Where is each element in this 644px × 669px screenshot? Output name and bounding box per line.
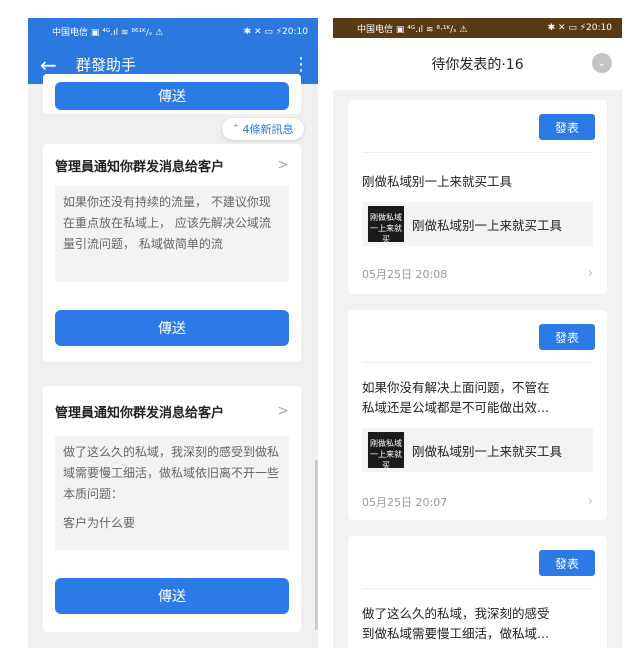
post-text-line: 到做私域需要慢工细活，做私域... [362, 626, 549, 641]
sheet-header: 待你发表的·16 ⌄ [333, 38, 622, 90]
send-button[interactable]: 傳送 [55, 578, 289, 614]
new-messages-label: 4條新訊息 [242, 123, 294, 136]
send-button[interactable]: 傳送 [55, 82, 289, 110]
right-screen: 中国电信 ▣ ⁴ᴳ.ıl ≋ ⁸⋅¹ᴷ/ₛ ⚠ ✱ ✕ ▭ ⚡20:10 待你发… [333, 18, 622, 648]
pending-posts-sheet: 待你发表的·16 ⌄ 發表 刚做私域别一上来就买工具 刚做私域 一上来就买 刚做… [333, 38, 622, 648]
new-messages-pill[interactable]: ⌃ 4條新訊息 [222, 118, 304, 140]
thumb-text: 一上来就买 [370, 224, 402, 244]
publish-button[interactable]: 發表 [539, 324, 595, 350]
status-time: ✱ ✕ ▭ ⚡20:10 [547, 23, 612, 33]
link-thumbnail: 刚做私域 一上来就买 [368, 206, 404, 244]
post-text-line: 做了这么久的私域，我深刻的感受 [362, 606, 550, 621]
chevron-right-icon: › [587, 266, 593, 281]
collapse-icon[interactable]: ⌄ [592, 53, 612, 73]
card-title: 管理員通知你群发消息给客户 [55, 405, 225, 421]
thumb-text: 刚做私域 [370, 213, 402, 222]
chevron-right-icon: › [587, 494, 593, 509]
sheet-title: 待你发表的·16 [431, 57, 524, 73]
left-screen: 中国电信 ▣ ⁴ᴳ.ıl ≋ ⁸⁶¹ᴷ/ₛ ⚠ ✱ ✕ ▭ ⚡20:10 ← 群… [28, 18, 318, 648]
message-card-partial: 傳送 [43, 74, 301, 114]
divider [362, 588, 593, 589]
thumb-text: 刚做私域 [370, 439, 402, 448]
card-body: 做了这么久的私域，我深刻的感受到做私域需要慢工细活，做私域依旧离不开一些本质问题… [55, 436, 289, 550]
chevron-right-icon: > [277, 157, 289, 173]
scrollbar[interactable] [315, 460, 318, 630]
link-preview[interactable]: 刚做私域 一上来就买 刚做私域别一上来就买工具 [362, 428, 593, 472]
card-body-line: 做了这么久的私域，我深刻的感受到做私域需要慢工细活，做私域依旧离不开一些本质问题… [63, 445, 280, 501]
post-text: 刚做私域别一上来就买工具 [362, 174, 513, 189]
post-card: 發表 如果你没有解决上面问题，不管在 私域还是公域都是不可能做出效... 刚做私… [348, 310, 607, 520]
divider [362, 362, 593, 363]
status-carrier: 中国电信 ▣ ⁴ᴳ.ıl ≋ ⁸⁶¹ᴷ/ₛ ⚠ [52, 28, 164, 38]
message-card: 管理員通知你群发消息给客户 > 做了这么久的私域，我深刻的感受到做私域需要慢工细… [43, 386, 301, 632]
publish-button[interactable]: 發表 [539, 550, 595, 576]
divider [362, 152, 593, 153]
status-carrier: 中国电信 ▣ ⁴ᴳ.ıl ≋ ⁸⋅¹ᴷ/ₛ ⚠ [357, 24, 468, 35]
card-title: 管理員通知你群发消息给客户 [55, 159, 225, 175]
chevron-up-icon: ⌃ [232, 124, 240, 134]
card-body-line: 客户为什么要 [63, 516, 136, 530]
link-thumbnail: 刚做私域 一上来就买 [368, 432, 404, 470]
card-body: 如果你还没有持续的流量， 不建议你现在重点放在私域上， 应该先解决公域流量引流问… [55, 186, 289, 282]
post-text-line: 私域还是公域都是不可能做出效... [362, 400, 549, 415]
more-menu-icon[interactable]: ⋮ [292, 54, 310, 75]
post-text: 如果你没有解决上面问题，不管在 私域还是公域都是不可能做出效... [362, 378, 593, 418]
send-button[interactable]: 傳送 [55, 310, 289, 346]
back-arrow-icon[interactable]: ← [40, 53, 70, 77]
status-bar: 中国电信 ▣ ⁴ᴳ.ıl ≋ ⁸⋅¹ᴷ/ₛ ⚠ ✱ ✕ ▭ ⚡20:10 [333, 18, 622, 38]
status-bar: 中国电信 ▣ ⁴ᴳ.ıl ≋ ⁸⁶¹ᴷ/ₛ ⚠ ✱ ✕ ▭ ⚡20:10 [28, 18, 318, 45]
post-time: 05月25日 20:07 [362, 496, 448, 509]
post-text: 做了这么久的私域，我深刻的感受 到做私域需要慢工细活，做私域... [362, 604, 593, 644]
message-card: 管理員通知你群发消息给客户 > 如果你还没有持续的流量， 不建议你现在重点放在私… [43, 144, 301, 362]
status-time: ✱ ✕ ▭ ⚡20:10 [243, 26, 308, 37]
link-title: 刚做私域别一上来就买工具 [412, 217, 563, 233]
chevron-right-icon: > [277, 403, 289, 419]
card-header[interactable]: 管理員通知你群发消息给客户 > [43, 144, 301, 186]
thumb-text: 一上来就买 [370, 450, 402, 470]
post-meta[interactable]: 05月25日 20:08 › [362, 266, 593, 282]
page-title: 群發助手 [76, 56, 137, 74]
post-meta[interactable]: 05月25日 20:07 › [362, 494, 593, 510]
card-header[interactable]: 管理員通知你群发消息给客户 > [43, 386, 301, 436]
post-card: 發表 做了这么久的私域，我深刻的感受 到做私域需要慢工细活，做私域... [348, 536, 607, 648]
post-time: 05月25日 20:08 [362, 268, 448, 281]
link-preview[interactable]: 刚做私域 一上来就买 刚做私域别一上来就买工具 [362, 202, 593, 246]
link-title: 刚做私域别一上来就买工具 [412, 443, 563, 459]
post-text-line: 如果你没有解决上面问题，不管在 [362, 380, 550, 395]
post-card: 發表 刚做私域别一上来就买工具 刚做私域 一上来就买 刚做私域别一上来就买工具 … [348, 100, 607, 294]
publish-button[interactable]: 發表 [539, 114, 595, 140]
message-list[interactable]: 傳送 ⌃ 4條新訊息 管理員通知你群发消息给客户 > 如果你还没有持续的流量， … [28, 74, 318, 648]
